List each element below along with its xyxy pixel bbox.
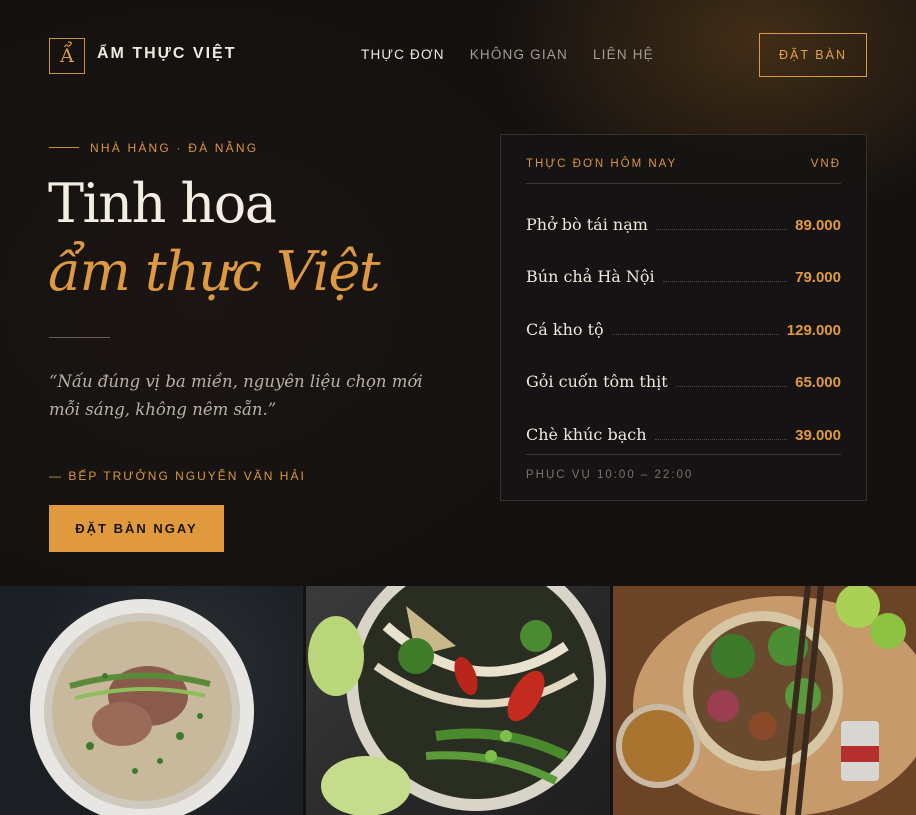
dish-price: 79.000 xyxy=(795,269,841,286)
todays-menu-card: THỰC ĐƠN HÔM NAY VNĐ Phở bò tái nạm 89.0… xyxy=(500,134,867,501)
currency-label: VNĐ xyxy=(810,158,841,170)
dish-name: Bún chả Hà Nội xyxy=(526,267,655,286)
dish-name: Phở bò tái nạm xyxy=(526,214,648,234)
dish-name: Gỏi cuốn tôm thịt xyxy=(526,372,668,391)
hero-title-line2: ẩm thực Việt xyxy=(48,240,381,303)
menu-item[interactable]: Cá kho tộ 129.000 xyxy=(526,302,841,355)
logo-mark[interactable]: Ẩ xyxy=(49,38,85,74)
salad-bowl-photo xyxy=(613,586,916,815)
eyebrow-label: NHÀ HÀNG · ĐÀ NẴNG xyxy=(90,141,259,155)
eyebrow-rule xyxy=(49,147,79,148)
menu-item[interactable]: Phở bò tái nạm 89.000 xyxy=(526,197,841,250)
book-now-button[interactable]: ĐẶT BÀN NGAY xyxy=(49,505,224,552)
dot-leader xyxy=(675,386,788,387)
chef-quote: “Nấu đúng vị ba miền, nguyên liệu chọn m… xyxy=(49,372,423,419)
menu-header: THỰC ĐƠN HÔM NAY VNĐ xyxy=(526,158,841,184)
menu-item[interactable]: Chè khúc bạch 39.000 xyxy=(526,407,841,460)
menu-item[interactable]: Bún chả Hà Nội 79.000 xyxy=(526,250,841,303)
dot-leader xyxy=(611,333,779,335)
menu-item[interactable]: Gỏi cuốn tôm thịt 65.000 xyxy=(526,355,841,408)
dish-price: 65.000 xyxy=(795,374,841,391)
chef-attribution: — BẾP TRƯỞNG NGUYỄN VĂN HẢI xyxy=(49,469,306,483)
nav-item-space[interactable]: KHÔNG GIAN xyxy=(470,47,568,62)
nav-item-contact[interactable]: LIÊN HỆ xyxy=(593,47,654,62)
nav-item-menu[interactable]: THỰC ĐƠN xyxy=(361,47,445,62)
dot-leader xyxy=(654,438,788,440)
main-nav: THỰC ĐƠN KHÔNG GIAN LIÊN HỆ xyxy=(361,47,654,62)
dot-leader xyxy=(662,281,788,282)
dot-leader xyxy=(655,228,788,230)
hero-title-line1: Tinh hoa xyxy=(48,172,277,235)
menu-heading: THỰC ĐƠN HÔM NAY xyxy=(526,158,678,170)
pho-bowl-photo xyxy=(0,586,303,815)
dish-price: 89.000 xyxy=(795,216,841,234)
hero-divider xyxy=(49,337,110,338)
dish-price: 129.000 xyxy=(786,321,841,339)
brand-name[interactable]: ẨM THỰC VIỆT xyxy=(97,45,237,63)
menu-list: Phở bò tái nạm 89.000 Bún chả Hà Nội 79.… xyxy=(526,197,841,460)
dish-name: Cá kho tộ xyxy=(526,319,604,339)
reserve-button[interactable]: ĐẶT BÀN xyxy=(759,33,867,77)
opening-hours: PHỤC VỤ 10:00 – 22:00 xyxy=(526,454,841,481)
noodle-bowl-photo xyxy=(306,586,610,815)
